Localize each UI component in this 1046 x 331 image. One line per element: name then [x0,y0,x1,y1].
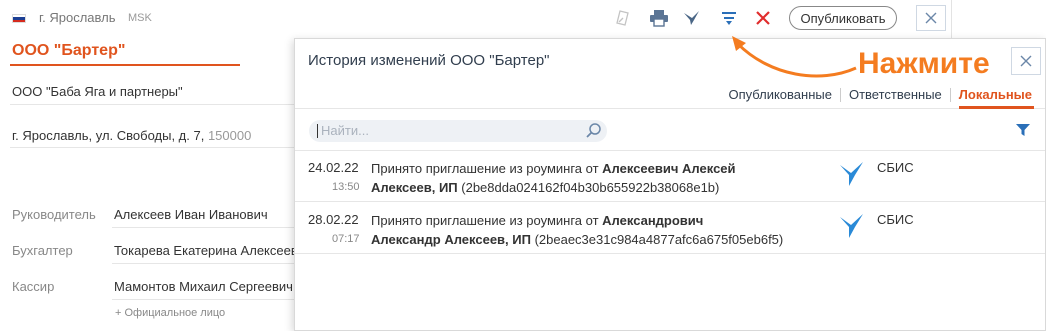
russia-flag-icon [12,14,26,23]
search-icon[interactable] [585,122,603,140]
annotation-text: Нажмите [858,47,990,80]
close-card-button[interactable] [916,5,946,31]
filter-icon[interactable] [1015,123,1031,137]
search-input[interactable]: Найти... [309,120,607,142]
sbis-bird-icon [840,162,863,186]
tab-published[interactable]: Опубликованные [720,87,840,102]
sign-document-icon[interactable] [612,7,634,29]
row-source: СБИС [877,160,914,175]
row-person: Александрович [602,213,704,228]
row-time: 07:17 [332,233,360,245]
row-text-prefix: Принято приглашение из роуминга от [371,213,599,228]
search-placeholder: Найти... [321,123,369,138]
divider [10,147,296,148]
company-name[interactable]: ООО "Бартер" [12,42,125,60]
history-row[interactable]: 24.02.22 13:50 Принято приглашение из ро… [295,151,1045,202]
name-underline [10,64,240,66]
address-field[interactable]: г. Ярославль, ул. Свободы, д. 7, 150000 [12,128,251,143]
cashier-label: Кассир [12,279,55,294]
director-value[interactable]: Алексеев Иван Иванович [114,207,268,222]
sbis-bird-icon [840,214,863,238]
divider [10,104,296,105]
tabs-divider [295,108,1045,109]
row-date: 24.02.22 [308,160,359,175]
close-icon [1020,55,1032,67]
postcode-text: 150000 [207,128,252,143]
row-date: 28.02.22 [308,212,359,227]
cashier-value[interactable]: Мамонтов Михаил Сергеевич [114,279,293,294]
address-text: г. Ярославль, ул. Свободы, д. 7, [12,128,205,143]
row-company: Алексеев, ИП [371,180,458,195]
accountant-label: Бухгалтер [12,243,73,258]
timezone-label: MSK [128,12,152,24]
tab-local[interactable]: Локальные [951,87,1032,102]
city-label: г. Ярославль [39,10,116,25]
print-icon[interactable] [648,7,670,29]
divider [112,263,296,264]
divider [112,227,296,228]
row-source: СБИС [877,212,914,227]
close-popup-button[interactable] [1011,47,1041,75]
add-official-link[interactable]: + Официальное лицо [115,307,225,319]
row-text-prefix: Принято приглашение из роуминга от [371,161,599,176]
popup-title: История изменений ООО "Бартер" [308,52,550,69]
row-person: Алексеевич Алексей [602,161,736,176]
row-description: Принято приглашение из роуминга от Алекс… [371,211,811,249]
row-company: Александр Алексеев, ИП [371,232,531,247]
active-tab-underline [959,106,1034,109]
director-label: Руководитель [12,207,96,222]
tab-responsible[interactable]: Ответственные [841,87,950,102]
history-row[interactable]: 28.02.22 07:17 Принято приглашение из ро… [295,203,1045,254]
text-caret [317,124,318,138]
accountant-value[interactable]: Токарева Екатерина Алексеевна [114,243,312,258]
row-guid: (2beaec3e31c984a4877afc6a675f05eb6f5) [534,232,784,247]
partner-field[interactable]: ООО "Баба Яга и партнеры" [12,84,183,99]
row-time: 13:50 [332,181,360,193]
sbis-bird-icon[interactable] [681,7,703,29]
row-description: Принято приглашение из роуминга от Алекс… [371,159,811,197]
annotation-arrow-icon [732,36,857,78]
row-guid: (2be8dda024162f04b30b655922b38068e1b) [461,180,720,195]
history-tabs: Опубликованные Ответственные Локальные [720,87,1032,102]
divider [112,299,296,300]
history-popup: История изменений ООО "Бартер" Опубликов… [294,38,1046,331]
close-icon [925,12,937,24]
